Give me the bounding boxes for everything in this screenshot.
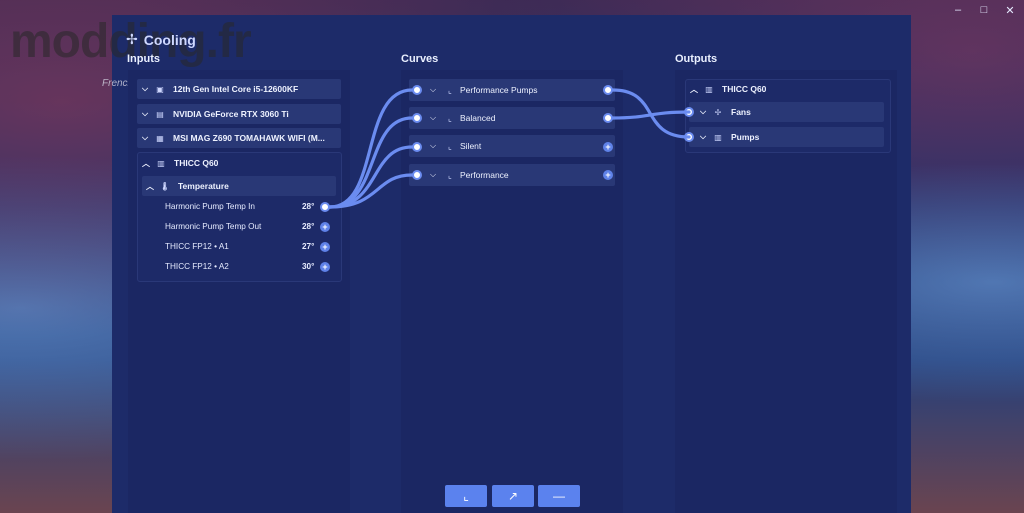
thermometer-icon: 🌡 bbox=[159, 181, 171, 191]
input-device-label: NVIDIA GeForce RTX 3060 Ti bbox=[173, 109, 289, 119]
fan-icon: ✢ bbox=[714, 107, 722, 117]
curve-output-port[interactable] bbox=[603, 113, 613, 123]
sensor-label: THICC FP12 • A2 bbox=[165, 262, 229, 271]
sensor-output-port[interactable] bbox=[320, 202, 330, 212]
sensor-label: THICC FP12 • A1 bbox=[165, 242, 229, 251]
curve-row-performance-pumps[interactable]: ⌵ ⌞ Performance Pumps bbox=[409, 79, 615, 101]
app-title-text: Cooling bbox=[143, 31, 196, 48]
add-connection-icon[interactable]: + bbox=[320, 242, 330, 252]
add-linear-button[interactable]: ↗ bbox=[492, 485, 534, 507]
curve-chart-icon: ⌞ bbox=[448, 113, 452, 123]
chevron-up-icon[interactable]: ︿ bbox=[142, 181, 158, 192]
input-device-label: THICC Q60 bbox=[174, 158, 219, 168]
temperature-group-label: Temperature bbox=[178, 181, 229, 191]
curve-input-port[interactable] bbox=[412, 113, 422, 123]
output-input-port[interactable] bbox=[684, 132, 694, 142]
window-controls: – □ ✕ bbox=[952, 4, 1016, 17]
flat-line-icon: — bbox=[553, 489, 565, 503]
curve-input-port[interactable] bbox=[412, 85, 422, 95]
input-device-gpu[interactable]: ⌵ ▤ NVIDIA GeForce RTX 3060 Ti bbox=[137, 104, 341, 124]
input-device-motherboard[interactable]: ⌵ ▦ MSI MAG Z690 TOMAHAWK WIFI (M... bbox=[137, 128, 341, 148]
sensor-row[interactable]: Harmonic Pump Temp In bbox=[165, 202, 255, 211]
output-label: Fans bbox=[731, 107, 751, 117]
cpu-icon: ▣ bbox=[156, 84, 164, 94]
add-connection-icon[interactable]: + bbox=[603, 170, 613, 180]
close-button[interactable]: ✕ bbox=[1004, 4, 1016, 17]
input-device-label: MSI MAG Z690 TOMAHAWK WIFI (M... bbox=[173, 133, 325, 143]
add-connection-icon[interactable]: + bbox=[320, 222, 330, 232]
curve-row-balanced[interactable]: ⌵ ⌞ Balanced bbox=[409, 107, 615, 129]
output-pumps[interactable]: ⌵ ▥ Pumps bbox=[689, 127, 884, 147]
curves-title: Curves bbox=[401, 53, 439, 65]
maximize-button[interactable]: □ bbox=[978, 4, 990, 17]
curve-input-port[interactable] bbox=[412, 142, 422, 152]
output-input-port[interactable] bbox=[684, 107, 694, 117]
pump-icon: ▥ bbox=[714, 132, 722, 142]
chevron-up-icon[interactable]: ︿ bbox=[686, 84, 702, 95]
output-device-label: THICC Q60 bbox=[722, 84, 767, 94]
chevron-down-icon[interactable]: ⌵ bbox=[695, 132, 711, 142]
gpu-icon: ▤ bbox=[156, 109, 164, 119]
input-device-thicc[interactable]: ︿ ▥ THICC Q60 bbox=[138, 153, 338, 173]
sensor-label: Harmonic Pump Temp In bbox=[165, 202, 255, 211]
chevron-up-icon[interactable]: ︿ bbox=[138, 158, 154, 169]
chevron-down-icon[interactable]: ⌵ bbox=[427, 113, 439, 123]
chevron-down-icon[interactable]: ⌵ bbox=[427, 85, 439, 95]
curve-row-performance[interactable]: ⌵ ⌞ Performance bbox=[409, 164, 615, 186]
chevron-down-icon[interactable]: ⌵ bbox=[427, 170, 439, 180]
minimize-button[interactable]: – bbox=[952, 4, 964, 17]
chevron-down-icon[interactable]: ⌵ bbox=[427, 141, 439, 151]
add-curve-button[interactable]: ⌞ bbox=[445, 485, 487, 507]
curve-label: Balanced bbox=[460, 113, 496, 123]
outputs-title: Outputs bbox=[675, 53, 718, 65]
output-label: Pumps bbox=[731, 132, 760, 142]
aio-icon: ▥ bbox=[705, 84, 713, 94]
curve-output-port[interactable] bbox=[603, 85, 613, 95]
input-device-label: 12th Gen Intel Core i5-12600KF bbox=[173, 84, 299, 94]
sensor-value: 27° bbox=[302, 242, 315, 251]
curve-label: Performance bbox=[460, 170, 509, 180]
sensor-value: 28° bbox=[302, 222, 315, 231]
motherboard-icon: ▦ bbox=[156, 133, 164, 143]
chevron-down-icon[interactable]: ⌵ bbox=[137, 109, 153, 119]
curve-chart-icon: ⌞ bbox=[448, 85, 452, 95]
line-chart-icon: ↗ bbox=[507, 489, 519, 503]
output-fans[interactable]: ⌵ ✢ Fans bbox=[689, 102, 884, 122]
sensor-row[interactable]: THICC FP12 • A1 bbox=[165, 242, 229, 251]
curve-chart-icon: ⌞ bbox=[463, 489, 469, 503]
add-fixed-button[interactable]: — bbox=[538, 485, 580, 507]
sensor-label: Harmonic Pump Temp Out bbox=[165, 222, 262, 231]
curve-label: Silent bbox=[460, 141, 482, 151]
aio-icon: ▥ bbox=[157, 158, 165, 168]
app-title: ✢ Cooling bbox=[126, 31, 196, 48]
inputs-title: Inputs bbox=[127, 53, 160, 65]
temperature-group-header[interactable]: ︿ 🌡 Temperature bbox=[142, 176, 336, 196]
curve-label: Performance Pumps bbox=[460, 85, 538, 95]
curve-row-silent[interactable]: ⌵ ⌞ Silent bbox=[409, 135, 615, 157]
sensor-value: 28° bbox=[302, 202, 315, 211]
output-device-thicc[interactable]: ︿ ▥ THICC Q60 bbox=[686, 79, 886, 99]
chevron-down-icon[interactable]: ⌵ bbox=[695, 107, 711, 117]
add-connection-icon[interactable]: + bbox=[320, 262, 330, 272]
curve-chart-icon: ⌞ bbox=[448, 141, 452, 151]
add-connection-icon[interactable]: + bbox=[603, 142, 613, 152]
chevron-down-icon[interactable]: ⌵ bbox=[137, 84, 153, 94]
chevron-down-icon[interactable]: ⌵ bbox=[137, 133, 153, 143]
sensor-value: 30° bbox=[302, 262, 315, 271]
sensor-row[interactable]: Harmonic Pump Temp Out bbox=[165, 222, 261, 231]
input-device-cpu[interactable]: ⌵ ▣ 12th Gen Intel Core i5-12600KF bbox=[137, 79, 341, 99]
sensor-row[interactable]: THICC FP12 • A2 bbox=[165, 262, 229, 271]
curve-input-port[interactable] bbox=[412, 170, 422, 180]
curve-chart-icon: ⌞ bbox=[448, 170, 452, 180]
fan-icon: ✢ bbox=[126, 31, 138, 47]
